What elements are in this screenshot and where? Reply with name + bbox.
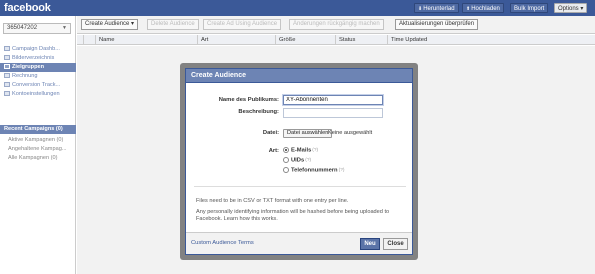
help-icon[interactable]: (?) [339,168,345,173]
divider [194,186,406,187]
type-option-label: E-Mails [291,147,312,154]
sidebar-nav: Campaign Dashb... Bilderverzeichnis Ziel… [0,45,76,99]
dialog-title: Create Audience [186,69,412,83]
audience-icon [4,64,10,70]
sidebar-item-billing[interactable]: Rechnung [0,72,76,81]
recent-campaigns-header: Recent Campaigns (0) [0,125,76,134]
upload-label: Hochladen [471,6,500,12]
options-button[interactable]: Options ▾ [554,3,588,13]
sidebar-item-campaign-dashboard[interactable]: Campaign Dashb... [0,45,76,54]
campaign-filter-all[interactable]: Alle Kampagnen (0) [0,154,76,163]
sidebar-item-label: Bilderverzeichnis [12,55,55,61]
sidebar-item-image-library[interactable]: Bilderverzeichnis [0,54,76,63]
description-label: Beschreibung: [238,109,279,115]
create-audience-dialog: Create Audience Name des Publikums: Besc… [185,68,413,255]
file-label: Datei: [262,130,279,136]
dashboard-icon [4,46,10,52]
images-icon [4,55,10,61]
check-updates-button[interactable]: Aktualisierungen überprüfen [395,19,479,30]
sidebar-item-label: Campaign Dashb... [12,46,60,52]
upload-icon: ⬆ [466,6,471,12]
help-icon[interactable]: (?) [312,148,318,153]
radio-uids[interactable] [283,157,289,163]
download-label: Herunterlad [423,6,455,12]
type-option-label: Telefonnummern [291,167,338,174]
radio-emails[interactable] [283,147,289,153]
dialog-footer: Custom Audience Terms Neu Close [186,232,412,254]
revert-changes-button[interactable]: Änderungen rückgängig machen [289,19,384,30]
campaign-list: Aktive Kampagnen (0) Angehaltene Kampag.… [0,136,76,163]
audience-name-input[interactable] [283,95,383,105]
type-option-phone-numbers[interactable]: Telefonnummern(?) [283,167,344,174]
create-audience-button[interactable]: Create Audience ▾ [81,19,139,30]
toolbar: Create Audience ▾ Delete Audience Create… [77,16,595,34]
sidebar-item-label: Conversion Track... [12,82,61,88]
type-label: Art: [268,148,279,154]
create-ad-button[interactable]: Create Ad Using Audience [203,19,282,30]
sidebar-item-label: Kontoeinstellungen [12,91,60,97]
choose-file-button[interactable]: Datei auswählen [283,129,333,138]
settings-icon [4,91,10,97]
billing-icon [4,73,10,79]
chevron-down-icon: ▾ [578,6,584,12]
upload-button[interactable]: ⬆Hochladen [462,3,504,13]
column-header-type[interactable]: Art [197,35,275,45]
file-status: Keine ausgewählt [328,130,373,136]
column-header-status[interactable]: Status [335,35,387,45]
bulk-import-button[interactable]: Bulk Import [510,3,549,13]
delete-audience-button[interactable]: Delete Audience [147,19,199,30]
create-audience-label: Create Audience [85,21,130,27]
name-label: Name des Publikums: [218,97,279,103]
options-label: Options [558,6,579,12]
sidebar: 365047202 ▼ Campaign Dashb... Bilderverz… [0,16,76,274]
facebook-logo: facebook [4,2,51,14]
privacy-note: Any personally identifying information w… [196,209,390,222]
close-button[interactable]: Close [383,238,408,250]
radio-phone-numbers[interactable] [283,167,289,173]
sidebar-item-conversion-tracking[interactable]: Conversion Track... [0,81,76,90]
conversion-icon [4,82,10,88]
download-button[interactable]: ⬇Herunterlad [414,3,459,13]
table-header: Name Art Größe Status Time Updated [77,35,595,45]
campaign-filter-paused[interactable]: Angehaltene Kampag... [0,145,76,154]
campaign-filter-active[interactable]: Aktive Kampagnen (0) [0,136,76,145]
chevron-down-icon: ▼ [62,25,67,31]
sidebar-item-audiences[interactable]: Zielgruppen [0,63,76,72]
description-input[interactable] [283,108,383,118]
custom-audience-terms-link[interactable]: Custom Audience Terms [191,240,254,246]
type-option-emails[interactable]: E-Mails(?) [283,147,318,154]
column-header-name[interactable]: Name [95,35,197,45]
sidebar-item-label: Rechnung [12,73,38,79]
table-col-spacer [83,35,95,45]
account-select[interactable]: 365047202 ▼ [3,23,71,34]
column-header-size[interactable]: Größe [275,35,335,45]
sidebar-item-label: Zielgruppen [12,64,45,70]
sidebar-item-account-settings[interactable]: Kontoeinstellungen [0,90,76,99]
chevron-down-icon: ▾ [129,21,135,27]
type-option-label: UIDs [291,157,305,164]
help-icon[interactable]: (?) [305,158,311,163]
account-value: 365047202 [7,25,38,31]
column-header-time-updated[interactable]: Time Updated [387,35,467,45]
type-option-uids[interactable]: UIDs(?) [283,157,311,164]
top-bar: facebook ⬇Herunterlad ⬆Hochladen Bulk Im… [0,0,595,16]
file-format-note: Files need to be in CSV or TXT format wi… [196,198,349,204]
new-button[interactable]: Neu [360,238,380,250]
download-icon: ⬇ [418,6,423,12]
